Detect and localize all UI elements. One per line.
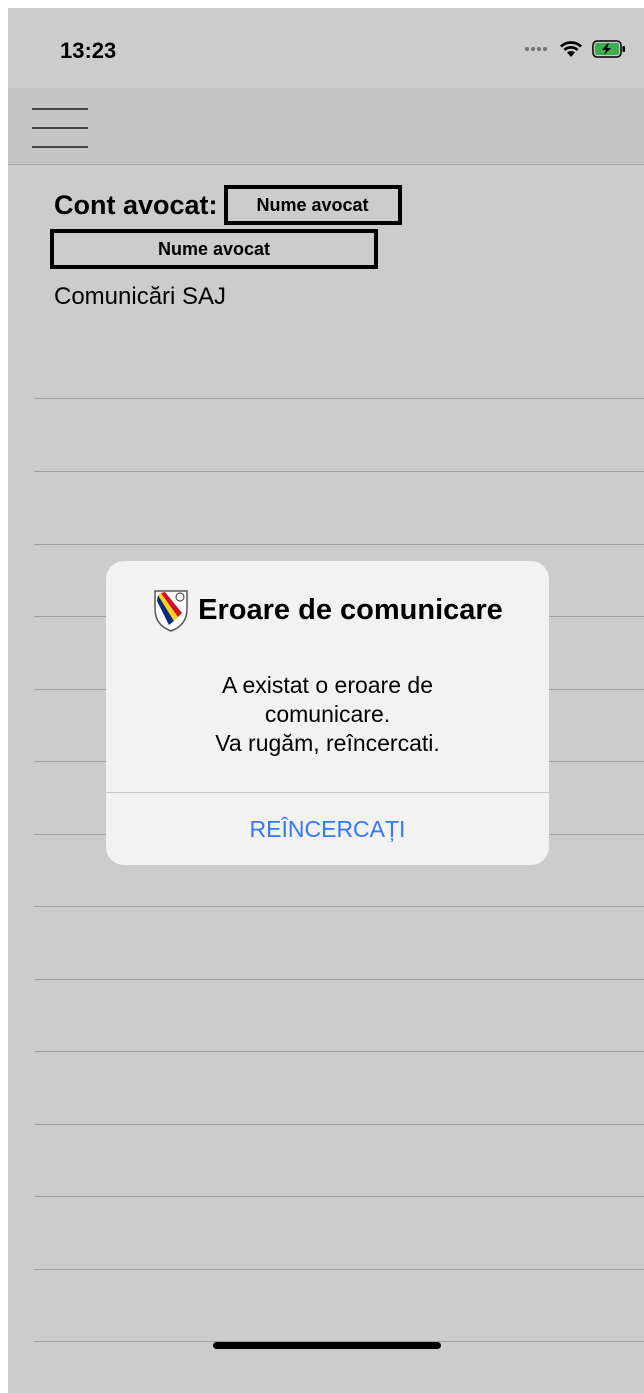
alert-header: Eroare de comunicare (106, 585, 549, 635)
app-screen: 13:23 Cont avocat: Nume avocat Nume avoc… (8, 8, 644, 1393)
alert-message-line: Va rugăm, reîncercati. (215, 730, 440, 756)
error-alert-dialog: Eroare de comunicare A existat o eroare … (106, 561, 549, 865)
alert-message: A existat o eroare de comunicare. Va rug… (126, 671, 529, 758)
retry-button[interactable]: REÎNCERCAȚI (106, 793, 549, 865)
alert-title: Eroare de comunicare (198, 593, 503, 626)
alert-message-line: comunicare. (264, 701, 391, 727)
home-indicator[interactable] (213, 1342, 441, 1349)
alert-message-line: A existat o eroare de (222, 672, 433, 698)
coat-of-arms-icon (154, 590, 188, 632)
